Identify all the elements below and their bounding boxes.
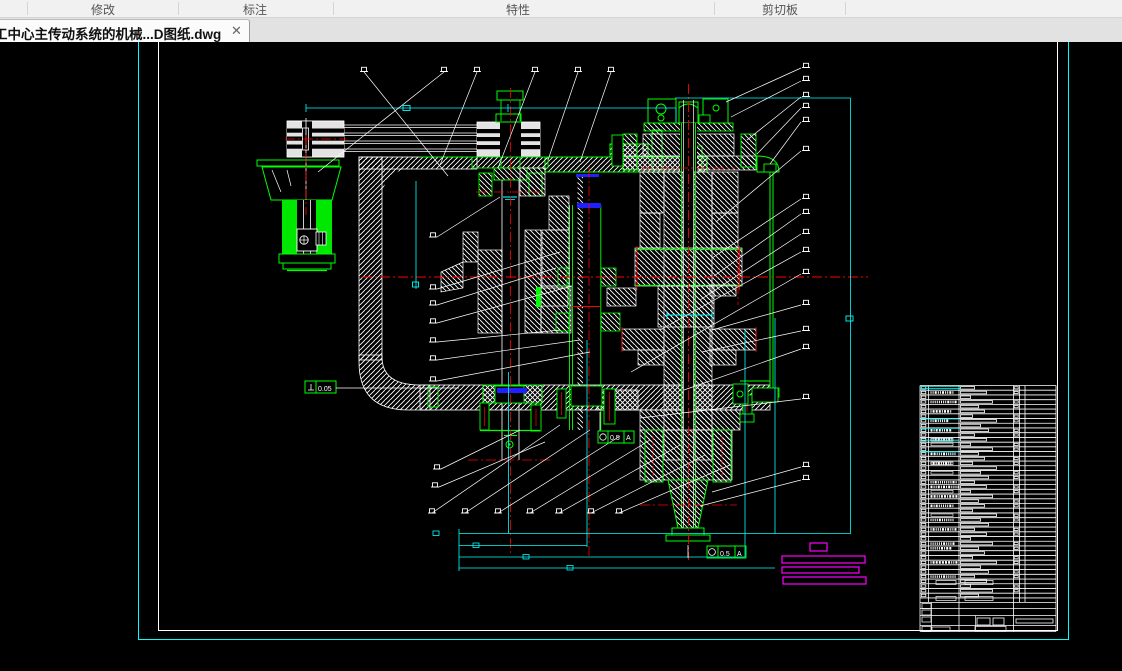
svg-text:0.05: 0.05 [318,386,332,393]
svg-text:A: A [737,551,742,558]
svg-text:A: A [626,435,631,442]
svg-text:0.5: 0.5 [610,435,620,442]
svg-text:0.5: 0.5 [720,551,730,558]
